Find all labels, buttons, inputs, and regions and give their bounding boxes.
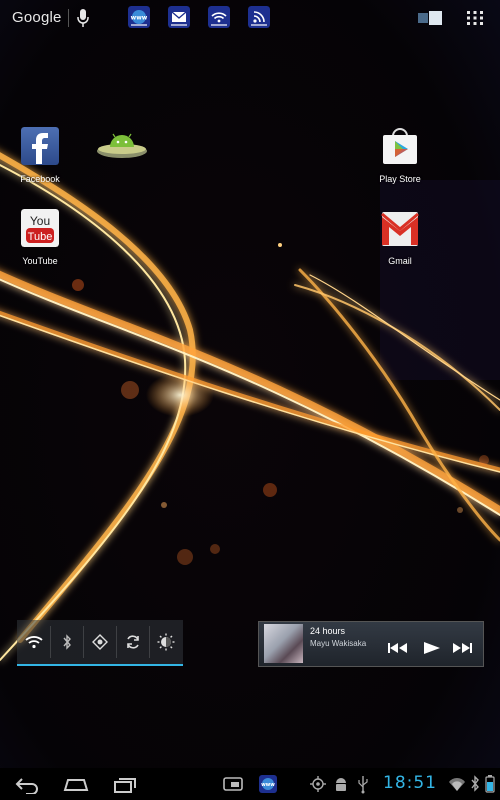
debug-icon bbox=[336, 778, 346, 791]
gmail-icon bbox=[381, 212, 419, 246]
play-store-icon bbox=[383, 128, 417, 164]
wifi-icon bbox=[24, 636, 43, 649]
wallpaper-light-streaks bbox=[0, 0, 500, 800]
divider bbox=[68, 9, 69, 27]
gps-icon bbox=[310, 776, 326, 792]
track-artist: Mayu Wakisaka bbox=[310, 639, 367, 648]
power-control-widget bbox=[17, 620, 183, 666]
app-label: Gmail bbox=[388, 256, 412, 266]
music-widget: 24 hours Mayu Wakisaka bbox=[258, 621, 484, 667]
clock[interactable]: 18:51 bbox=[383, 773, 437, 793]
app-facebook[interactable]: Facebook bbox=[10, 127, 70, 184]
all-apps-icon[interactable] bbox=[466, 10, 484, 26]
email-icon[interactable] bbox=[168, 6, 190, 28]
browser-icon[interactable]: www bbox=[258, 774, 278, 794]
home-icon[interactable] bbox=[62, 774, 90, 794]
app-gmail[interactable]: Gmail bbox=[370, 209, 430, 266]
top-bar: Google www bbox=[0, 0, 500, 36]
android-ufo-icon bbox=[97, 133, 147, 158]
mic-icon[interactable] bbox=[76, 8, 90, 28]
svg-text:You: You bbox=[30, 214, 50, 228]
brightness-icon bbox=[157, 633, 174, 651]
battery-icon bbox=[485, 775, 495, 793]
screenshot-icon[interactable] bbox=[222, 774, 244, 794]
sync-toggle[interactable] bbox=[116, 620, 149, 664]
wifi-icon[interactable] bbox=[208, 6, 230, 28]
svg-text:www: www bbox=[131, 15, 148, 22]
facebook-icon bbox=[21, 127, 59, 165]
browser-icon[interactable]: www bbox=[128, 6, 150, 28]
app-label: Play Store bbox=[379, 174, 421, 184]
back-icon[interactable] bbox=[12, 774, 40, 794]
next-button[interactable] bbox=[451, 640, 473, 656]
rss-icon[interactable] bbox=[248, 6, 270, 28]
youtube-icon: You Tube bbox=[21, 209, 59, 247]
svg-text:www: www bbox=[261, 782, 275, 788]
svg-text:Tube: Tube bbox=[28, 231, 53, 243]
previous-button[interactable] bbox=[387, 640, 409, 656]
track-title: 24 hours bbox=[310, 626, 346, 636]
google-search-button[interactable]: Google bbox=[12, 9, 62, 26]
wifi-toggle[interactable] bbox=[17, 620, 50, 664]
play-button[interactable] bbox=[422, 640, 442, 656]
app-label: YouTube bbox=[22, 256, 58, 266]
app-android-ufo[interactable] bbox=[92, 131, 152, 166]
gps-icon bbox=[91, 634, 108, 650]
widget-preview-icon[interactable] bbox=[417, 10, 443, 26]
recents-icon[interactable] bbox=[113, 774, 137, 794]
bluetooth-icon bbox=[471, 775, 479, 792]
brightness-toggle[interactable] bbox=[149, 620, 182, 664]
usb-icon bbox=[358, 776, 368, 794]
app-youtube[interactable]: You Tube YouTube bbox=[10, 209, 70, 266]
album-art[interactable] bbox=[264, 624, 303, 663]
gps-toggle[interactable] bbox=[83, 620, 116, 664]
bluetooth-icon bbox=[62, 634, 71, 650]
signal-icon bbox=[449, 778, 465, 791]
system-bar: www 18:51 bbox=[0, 768, 500, 800]
sync-icon bbox=[126, 635, 139, 649]
app-play-store[interactable]: Play Store bbox=[370, 127, 430, 184]
bluetooth-toggle[interactable] bbox=[50, 620, 83, 664]
app-label: Facebook bbox=[20, 174, 60, 184]
